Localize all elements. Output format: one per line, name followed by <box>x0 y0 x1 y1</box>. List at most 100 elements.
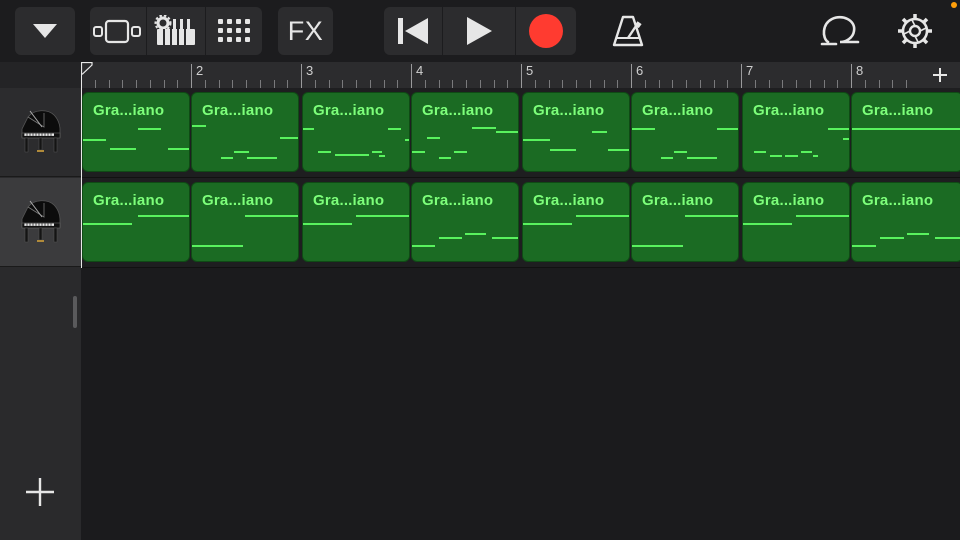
track-header-1[interactable] <box>0 88 81 177</box>
midi-region[interactable]: Gra...iano <box>522 182 630 262</box>
midi-note <box>83 139 107 141</box>
track-headers-top <box>0 62 81 88</box>
browser-grid-button[interactable] <box>206 7 262 55</box>
region-name: Gra...iano <box>862 102 934 119</box>
midi-note <box>796 215 849 217</box>
ruler-tick <box>576 80 577 88</box>
record-button[interactable] <box>516 7 576 55</box>
skip-to-start-icon <box>398 18 428 44</box>
midi-note <box>192 125 206 127</box>
region-name: Gra...iano <box>753 102 825 119</box>
ruler-tick <box>534 80 536 88</box>
region-name: Gra...iano <box>313 102 385 119</box>
playhead[interactable] <box>81 62 82 268</box>
midi-region[interactable]: Gra...iano <box>742 182 850 262</box>
record-icon <box>529 14 563 48</box>
midi-region[interactable]: Gra...iano <box>191 182 299 262</box>
ruler-tick <box>136 80 137 88</box>
ruler-tick <box>548 80 550 88</box>
track-header-2[interactable] <box>0 178 81 267</box>
ruler-tick <box>837 80 839 88</box>
ruler-tick <box>699 80 701 88</box>
ruler-tick <box>617 80 619 88</box>
midi-region[interactable]: Gra...iano <box>302 182 410 262</box>
ruler-tick <box>878 80 880 88</box>
midi-note <box>632 128 656 130</box>
ruler-tick <box>163 80 165 88</box>
ruler-tick <box>713 80 715 88</box>
midi-note <box>371 151 383 153</box>
midi-note <box>716 128 738 130</box>
settings-button[interactable] <box>892 7 938 55</box>
midi-note <box>356 154 369 156</box>
ruler-tick <box>287 80 289 88</box>
midi-region[interactable]: Gra...iano <box>82 92 190 172</box>
ruler-tick <box>741 64 742 88</box>
play-button[interactable] <box>443 7 515 55</box>
midi-note <box>412 245 436 247</box>
midi-region[interactable]: Gra...iano <box>631 182 739 262</box>
midi-note <box>852 245 877 247</box>
midi-note <box>472 127 496 129</box>
midi-note <box>660 157 674 159</box>
midi-note <box>247 157 277 159</box>
midi-note <box>138 215 189 217</box>
midi-note <box>454 151 468 153</box>
plus-icon <box>933 68 947 82</box>
add-section-button[interactable] <box>920 62 960 88</box>
add-track-button[interactable] <box>20 472 60 512</box>
midi-note <box>607 149 629 151</box>
midi-note <box>576 215 629 217</box>
midi-note <box>303 223 352 225</box>
playhead-marker-icon[interactable] <box>81 62 93 76</box>
midi-region[interactable]: Gra...iano <box>411 92 519 172</box>
midi-region[interactable]: Gra...iano <box>742 92 850 172</box>
resize-handle[interactable] <box>73 296 77 328</box>
ruler-tick <box>108 80 110 88</box>
ruler-tick <box>686 80 687 88</box>
ruler-tick <box>383 80 385 88</box>
ruler-tick <box>864 80 866 88</box>
ruler-tick <box>466 80 467 88</box>
track-lane-2[interactable]: Gra...iano Gra...iano Gra...iano Gra...iano… <box>81 178 960 268</box>
midi-region[interactable]: Gra...iano <box>82 182 190 262</box>
midi-region[interactable]: Gra...iano <box>411 182 519 262</box>
tracks-view-button[interactable] <box>90 7 146 55</box>
timeline-ruler[interactable]: 2 3 4 5 6 7 8 <box>81 62 960 88</box>
ruler-bar-number: 5 <box>526 63 534 78</box>
midi-region[interactable]: Gra...iano <box>302 92 410 172</box>
ruler-tick <box>851 64 852 88</box>
ruler-bar-number: 7 <box>746 63 754 78</box>
metronome-button[interactable] <box>605 7 651 55</box>
menu-dropdown-button[interactable] <box>15 7 75 55</box>
midi-region[interactable]: Gra...iano <box>851 92 960 172</box>
ruler-tick <box>658 80 660 88</box>
midi-note <box>495 131 518 133</box>
midi-note <box>743 223 792 225</box>
ruler-tick <box>328 80 330 88</box>
midi-note <box>769 155 783 157</box>
keyboard-gear-icon <box>154 15 195 45</box>
midi-note <box>412 151 425 153</box>
ruler-tick <box>94 80 96 88</box>
rewind-button[interactable] <box>384 7 442 55</box>
ruler-tick <box>727 80 729 88</box>
triangle-down-icon <box>33 24 57 38</box>
track-lane-1[interactable]: Gra...iano Gra...iano Gra...iano Gra...iano… <box>81 88 960 178</box>
midi-note <box>220 157 234 159</box>
midi-region[interactable]: Gra...iano <box>631 92 739 172</box>
ruler-tick <box>631 64 632 88</box>
fx-button[interactable]: FX <box>278 7 333 55</box>
region-name: Gra...iano <box>642 102 714 119</box>
metronome-icon <box>612 15 644 47</box>
ruler-tick <box>356 80 357 88</box>
smart-controls-button[interactable] <box>147 7 205 55</box>
loop-browser-button[interactable] <box>816 7 864 55</box>
midi-region[interactable]: Gra...iano <box>191 92 299 172</box>
midi-region[interactable]: Gra...iano <box>522 92 630 172</box>
midi-note <box>591 131 607 133</box>
midi-note <box>523 139 550 141</box>
midi-note <box>812 155 819 157</box>
midi-region[interactable]: Gra...iano <box>851 182 960 262</box>
transport-group <box>384 7 576 55</box>
